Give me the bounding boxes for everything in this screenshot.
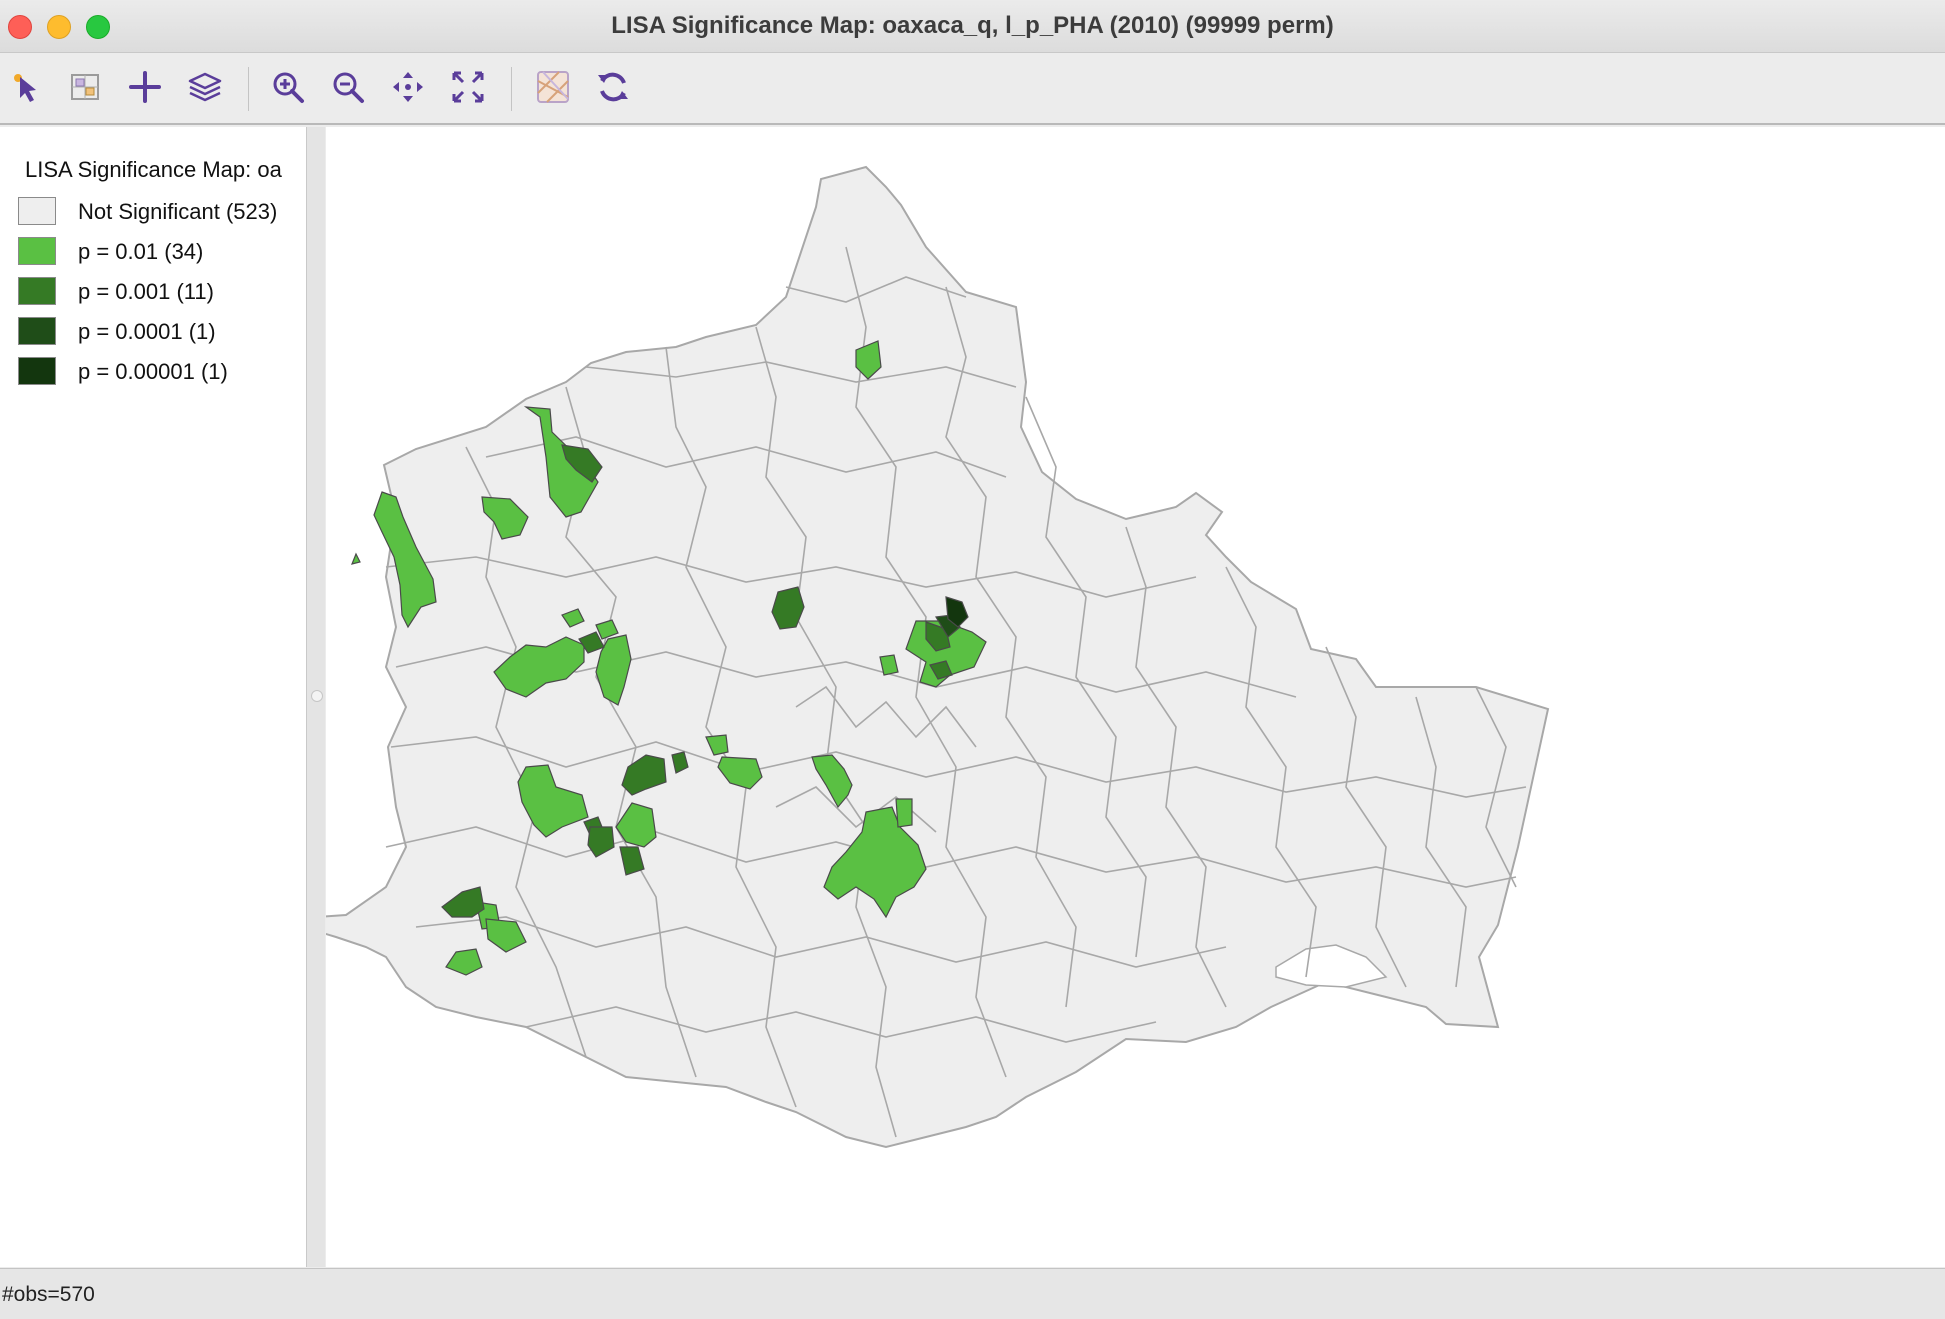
pan-icon xyxy=(393,72,423,102)
refresh-button[interactable] xyxy=(593,67,633,107)
selection-table-icon xyxy=(71,74,99,100)
zoom-out-icon xyxy=(333,72,364,103)
window-titlebar: LISA Significance Map: oaxaca_q, l_p_PHA… xyxy=(0,0,1945,53)
zoom-in-button[interactable] xyxy=(268,67,308,107)
cluster-region[interactable] xyxy=(351,552,361,565)
full-extent-icon xyxy=(452,71,484,103)
legend-label: p = 0.01 (34) xyxy=(78,239,204,264)
toolbar xyxy=(0,53,1945,125)
window-title: LISA Significance Map: oaxaca_q, l_p_PHA… xyxy=(611,12,1334,39)
refresh-icon xyxy=(598,72,628,102)
legend-swatch xyxy=(18,277,56,305)
legend-item-not-significant[interactable]: Not Significant (523) xyxy=(18,197,306,229)
zoom-out-button[interactable] xyxy=(328,67,368,107)
map-canvas[interactable] xyxy=(282,127,1945,1267)
legend-panel: LISA Significance Map: oa Not Significan… xyxy=(0,127,307,1267)
legend-item-p01[interactable]: p = 0.01 (34) xyxy=(18,237,306,269)
legend-swatch xyxy=(18,317,56,345)
table-select-button[interactable] xyxy=(65,67,105,107)
legend-item-p001[interactable]: p = 0.001 (11) xyxy=(18,277,306,309)
full-extent-button[interactable] xyxy=(448,67,488,107)
pan-button[interactable] xyxy=(388,67,428,107)
layers-icon xyxy=(188,72,222,102)
legend-item-p0001[interactable]: p = 0.0001 (1) xyxy=(18,317,306,349)
legend-label: Not Significant (523) xyxy=(78,199,278,224)
legend-swatch xyxy=(18,357,56,385)
legend-swatch xyxy=(18,197,56,225)
observation-count: #obs=570 xyxy=(2,1283,95,1306)
add-button[interactable] xyxy=(125,67,165,107)
select-tool-button[interactable] xyxy=(6,67,46,107)
toolbar-separator xyxy=(248,67,249,111)
basemap-icon xyxy=(537,71,569,103)
legend-title: LISA Significance Map: oa xyxy=(25,157,282,182)
panel-splitter[interactable] xyxy=(307,127,325,1267)
splitter-handle[interactable] xyxy=(311,690,323,702)
map-svg[interactable] xyxy=(282,127,1945,1267)
layers-button[interactable] xyxy=(185,67,225,107)
cluster-region[interactable] xyxy=(895,798,913,828)
pointer-select-icon xyxy=(14,74,36,102)
plus-icon xyxy=(129,71,161,103)
legend-label: p = 0.001 (11) xyxy=(78,279,214,304)
legend-label: p = 0.0001 (1) xyxy=(78,319,216,344)
basemap-button[interactable] xyxy=(533,67,573,107)
zoom-in-icon xyxy=(273,72,304,103)
status-bar: #obs=570 xyxy=(0,1268,1945,1319)
legend-swatch xyxy=(18,237,56,265)
toolbar-separator xyxy=(511,67,512,111)
legend-label: p = 0.00001 (1) xyxy=(78,359,228,384)
legend-item-p00001[interactable]: p = 0.00001 (1) xyxy=(18,357,306,389)
